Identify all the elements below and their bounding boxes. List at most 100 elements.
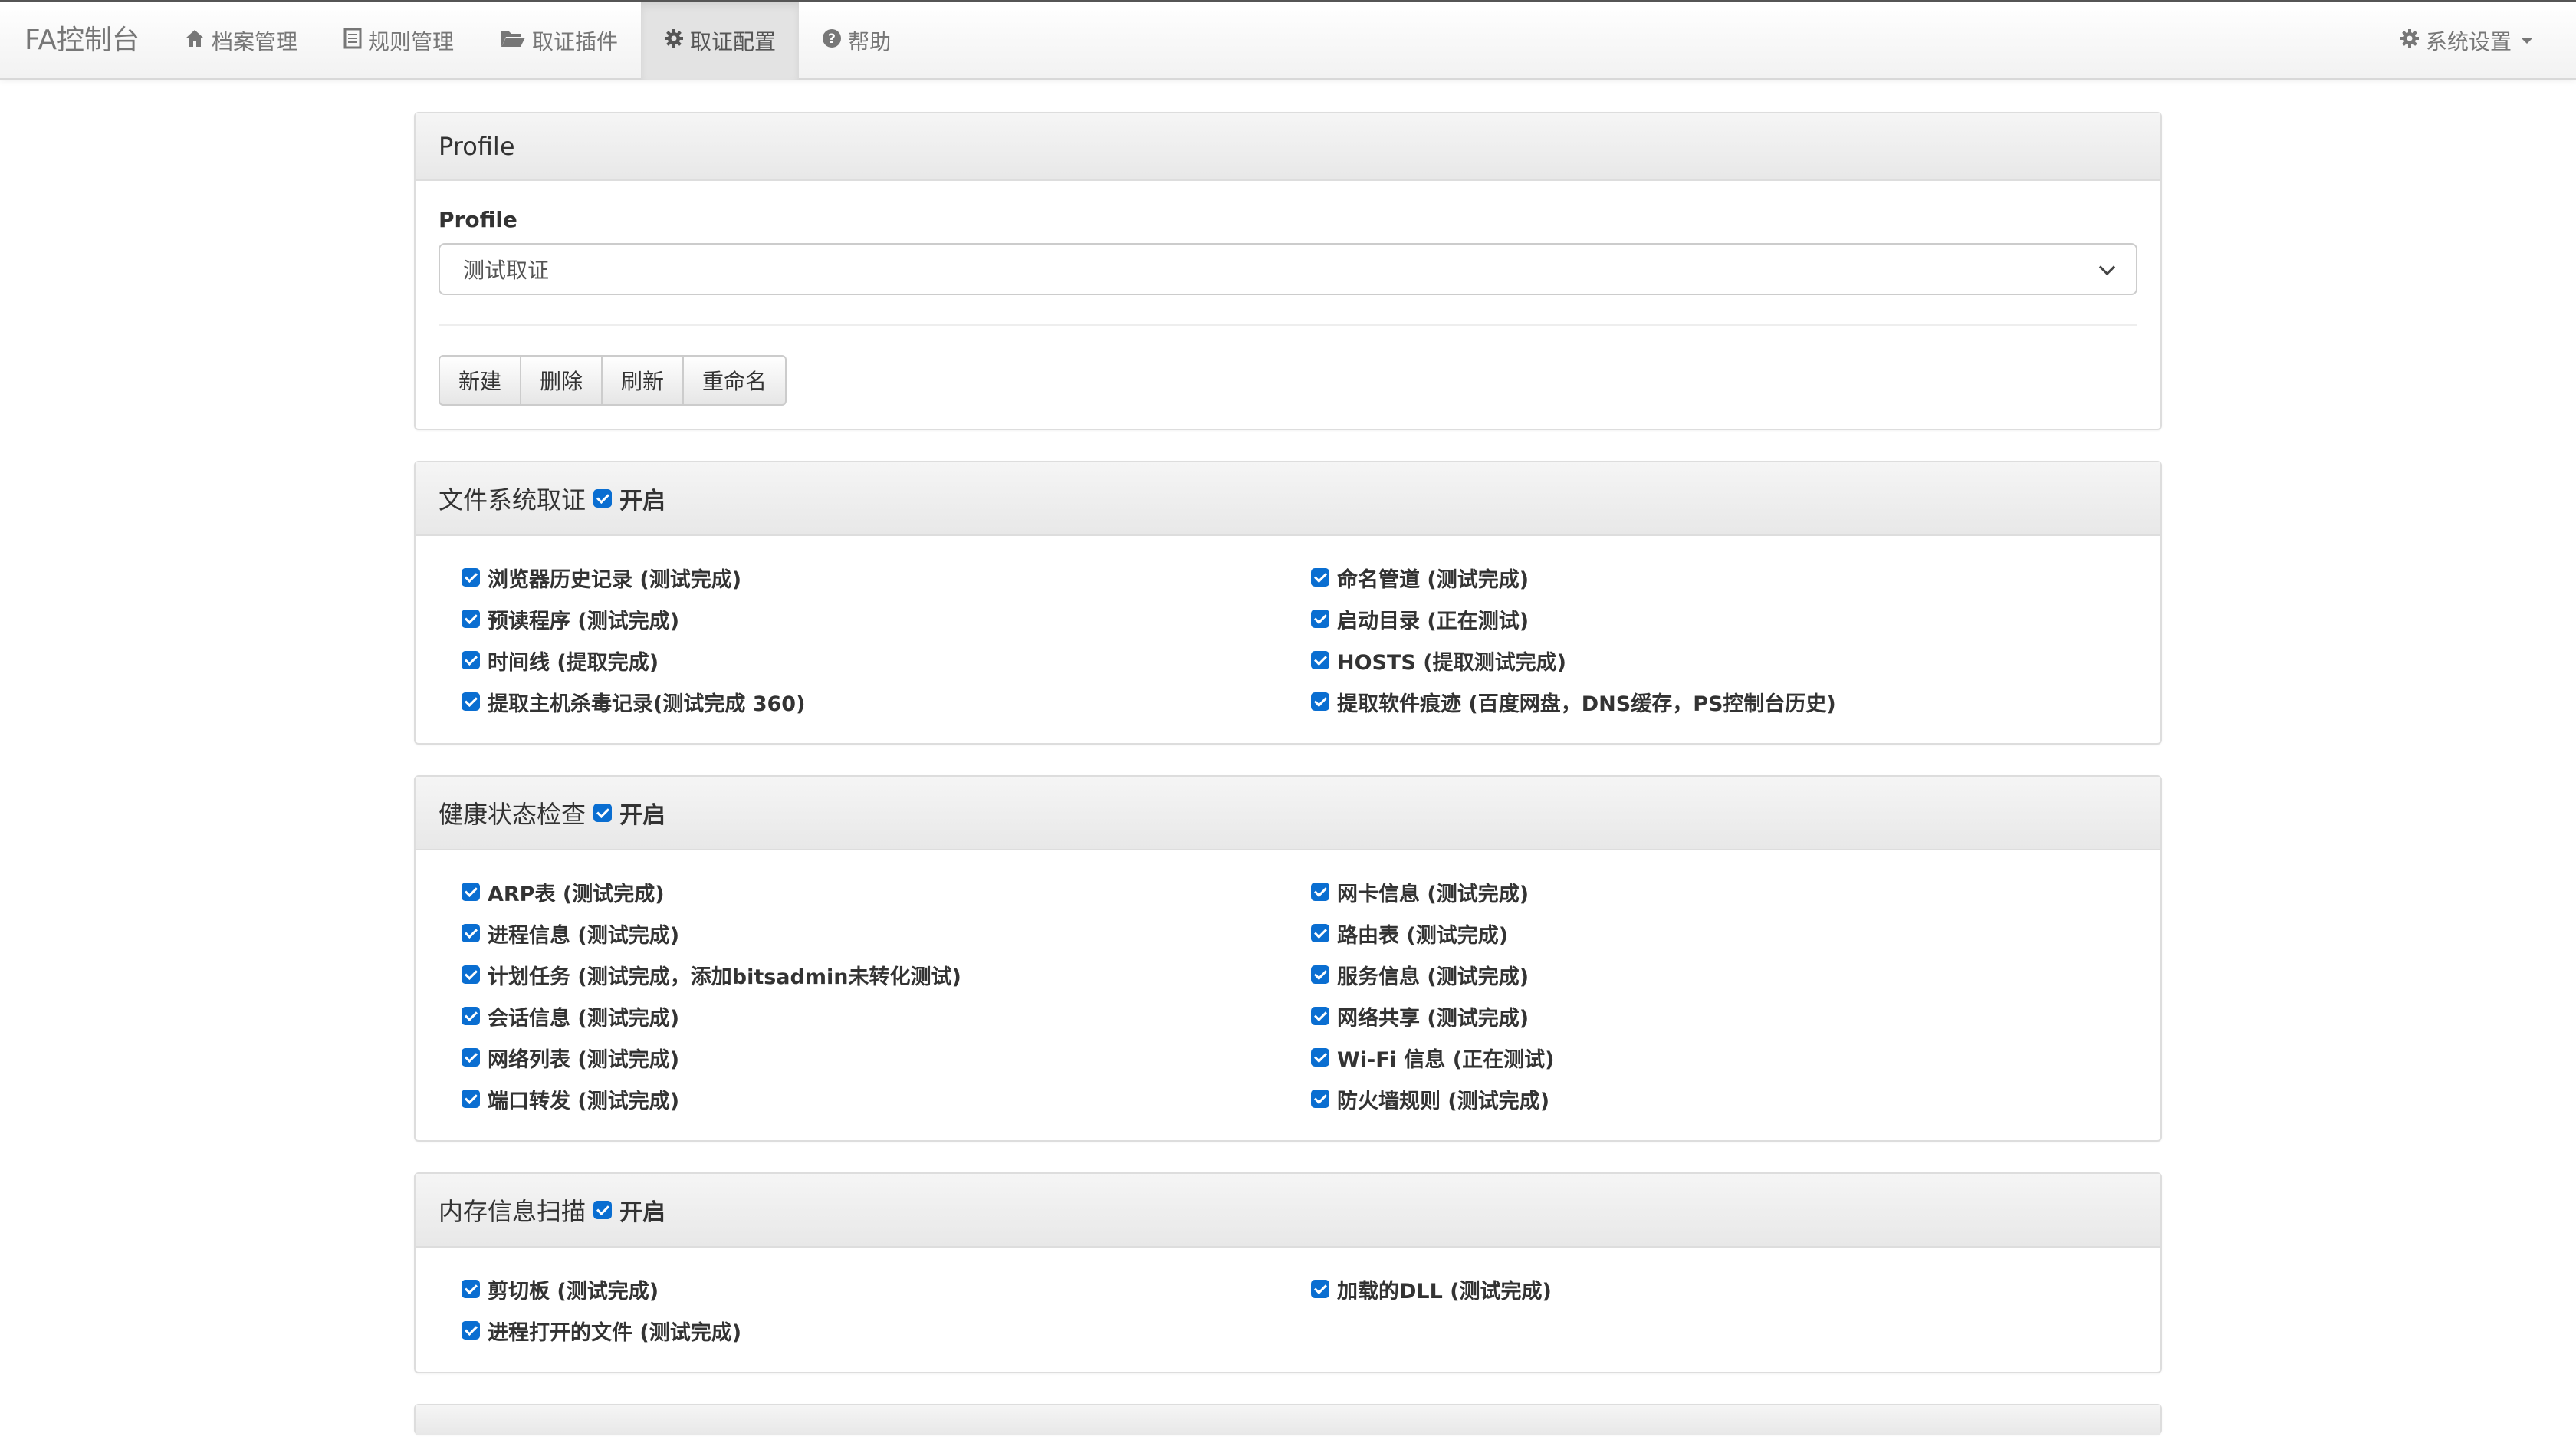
brand-title[interactable]: FA控制台 <box>25 2 140 80</box>
checkbox-checked-icon[interactable] <box>462 965 480 984</box>
checkbox-checked-icon[interactable] <box>462 610 480 628</box>
checkbox-checked-icon[interactable] <box>1311 883 1329 901</box>
option-label: 进程信息 (测试完成) <box>488 923 680 948</box>
option-grid: ARP表 (测试完成) 网卡信息 (测试完成) 进程信息 (测试完成) 路由表 … <box>439 878 2137 1113</box>
new-profile-button[interactable]: 新建 <box>439 355 522 406</box>
checkbox-checked-icon[interactable] <box>593 804 613 822</box>
checkbox-checked-icon[interactable] <box>462 568 480 587</box>
nav-item-config[interactable]: 取证配置 <box>641 2 800 80</box>
checkbox-checked-icon[interactable] <box>1311 692 1329 711</box>
checkbox-checked-icon[interactable] <box>462 651 480 669</box>
option-label: 时间线 (提取完成) <box>488 650 659 675</box>
section-enable-label: 开启 <box>619 1199 666 1226</box>
option-nic-info[interactable]: 网卡信息 (测试完成) <box>1311 878 2160 906</box>
filesystem-forensics-panel: 文件系统取证 开启 浏览器历史记录 (测试完成) 命名管道 (测试完成) 预读程… <box>414 461 2162 745</box>
option-label: 会话信息 (测试完成) <box>488 1006 680 1031</box>
memory-scan-panel: 内存信息扫描 开启 剪切板 (测试完成) 加载的DLL (测试完成) 进程打开的… <box>414 1172 2162 1373</box>
section-enable-toggle[interactable]: 开启 <box>593 796 665 830</box>
nav-item-label: 帮助 <box>848 29 892 54</box>
section-title: 健康状态检查 <box>439 800 586 829</box>
option-software-traces[interactable]: 提取软件痕迹 (百度网盘，DNS缓存，PS控制台历史) <box>1311 688 2160 716</box>
option-label: 启动目录 (正在测试) <box>1337 609 1530 633</box>
checkbox-checked-icon[interactable] <box>1311 1048 1329 1067</box>
option-service-info[interactable]: 服务信息 (测试完成) <box>1311 961 2160 989</box>
option-label: 加载的DLL (测试完成) <box>1337 1279 1552 1304</box>
nav-item-archive[interactable]: 档案管理 <box>161 2 320 80</box>
top-navbar: FA控制台 档案管理 规则管理 取证插件 取证配置 ? 帮助 系统设置 <box>0 0 2576 80</box>
checkbox-checked-icon[interactable] <box>462 1007 480 1025</box>
checkbox-checked-icon[interactable] <box>462 1321 480 1340</box>
option-loaded-dll[interactable]: 加载的DLL (测试完成) <box>1311 1275 2160 1304</box>
option-label: 剪切板 (测试完成) <box>488 1279 659 1304</box>
option-timeline[interactable]: 时间线 (提取完成) <box>462 646 1311 675</box>
checkbox-checked-icon[interactable] <box>1311 965 1329 984</box>
profile-select[interactable]: 测试取证 <box>439 243 2137 295</box>
checkbox-checked-icon[interactable] <box>1311 568 1329 587</box>
option-port-forwarding[interactable]: 端口转发 (测试完成) <box>462 1085 1311 1113</box>
option-named-pipes[interactable]: 命名管道 (测试完成) <box>1311 564 2160 592</box>
section-heading: 文件系统取证 开启 <box>416 462 2160 536</box>
checkbox-checked-icon[interactable] <box>593 489 613 508</box>
checkbox-checked-icon[interactable] <box>1311 1280 1329 1298</box>
option-label: 网络列表 (测试完成) <box>488 1047 680 1072</box>
refresh-profile-button[interactable]: 刷新 <box>601 355 685 406</box>
option-label: 预读程序 (测试完成) <box>488 609 680 633</box>
option-arp-table[interactable]: ARP表 (测试完成) <box>462 878 1311 906</box>
checkbox-checked-icon[interactable] <box>1311 651 1329 669</box>
option-clipboard[interactable]: 剪切板 (测试完成) <box>462 1275 1311 1304</box>
profile-select-value: 测试取证 <box>463 258 550 283</box>
svg-text:?: ? <box>828 31 836 47</box>
option-antivirus-records[interactable]: 提取主机杀毒记录(测试完成 360) <box>462 688 1311 716</box>
option-scheduled-tasks[interactable]: 计划任务 (测试完成，添加bitsadmin未转化测试) <box>462 961 1311 989</box>
option-wifi-info[interactable]: Wi-Fi 信息 (正在测试) <box>1311 1044 2160 1072</box>
option-session-info[interactable]: 会话信息 (测试完成) <box>462 1002 1311 1031</box>
option-open-files[interactable]: 进程打开的文件 (测试完成) <box>462 1317 1311 1345</box>
option-label: 浏览器历史记录 (测试完成) <box>488 567 742 592</box>
caret-down-icon <box>2521 38 2533 44</box>
folder-open-icon <box>500 28 526 54</box>
gear-icon <box>664 28 684 54</box>
next-panel-partial <box>414 1404 2162 1435</box>
option-label: 提取主机杀毒记录(测试完成 360) <box>488 692 806 716</box>
option-label: 计划任务 (测试完成，添加bitsadmin未转化测试) <box>488 965 961 989</box>
option-startup-dir[interactable]: 启动目录 (正在测试) <box>1311 605 2160 633</box>
system-settings-dropdown[interactable]: 系统设置 <box>2400 2 2533 80</box>
option-label: Wi-Fi 信息 (正在测试) <box>1337 1047 1555 1072</box>
profile-panel: Profile Profile 测试取证 新建 删除 刷新 重命名 <box>414 112 2162 430</box>
delete-profile-button[interactable]: 删除 <box>520 355 603 406</box>
checkbox-checked-icon[interactable] <box>462 1280 480 1298</box>
rename-profile-button[interactable]: 重命名 <box>682 355 787 406</box>
checkbox-checked-icon[interactable] <box>1311 1090 1329 1108</box>
checkbox-checked-icon[interactable] <box>462 1090 480 1108</box>
profile-button-group: 新建 删除 刷新 重命名 <box>439 355 787 406</box>
option-hosts[interactable]: HOSTS (提取测试完成) <box>1311 646 2160 675</box>
list-icon <box>343 28 362 54</box>
option-label: 路由表 (测试完成) <box>1337 923 1509 948</box>
checkbox-checked-icon[interactable] <box>462 883 480 901</box>
option-label: 服务信息 (测试完成) <box>1337 965 1530 989</box>
nav-item-rules[interactable]: 规则管理 <box>320 2 477 80</box>
nav-item-plugins[interactable]: 取证插件 <box>477 2 641 80</box>
option-prefetch[interactable]: 预读程序 (测试完成) <box>462 605 1311 633</box>
checkbox-checked-icon[interactable] <box>593 1201 613 1219</box>
option-network-list[interactable]: 网络列表 (测试完成) <box>462 1044 1311 1072</box>
question-circle-icon: ? <box>822 28 842 54</box>
checkbox-checked-icon[interactable] <box>1311 1007 1329 1025</box>
option-grid: 浏览器历史记录 (测试完成) 命名管道 (测试完成) 预读程序 (测试完成) 启… <box>439 564 2137 716</box>
option-firewall-rules[interactable]: 防火墙规则 (测试完成) <box>1311 1085 2160 1113</box>
checkbox-checked-icon[interactable] <box>462 692 480 711</box>
option-network-shares[interactable]: 网络共享 (测试完成) <box>1311 1002 2160 1031</box>
option-browser-history[interactable]: 浏览器历史记录 (测试完成) <box>462 564 1311 592</box>
option-process-info[interactable]: 进程信息 (测试完成) <box>462 919 1311 948</box>
checkbox-checked-icon[interactable] <box>1311 610 1329 628</box>
checkbox-checked-icon[interactable] <box>462 924 480 942</box>
option-route-table[interactable]: 路由表 (测试完成) <box>1311 919 2160 948</box>
section-enable-toggle[interactable]: 开启 <box>593 1193 665 1227</box>
option-label: 提取软件痕迹 (百度网盘，DNS缓存，PS控制台历史) <box>1337 692 1836 716</box>
nav-item-help[interactable]: ? 帮助 <box>799 2 914 80</box>
divider <box>439 324 2137 326</box>
nav-item-label: 规则管理 <box>368 29 455 54</box>
checkbox-checked-icon[interactable] <box>1311 924 1329 942</box>
section-enable-toggle[interactable]: 开启 <box>593 482 665 515</box>
checkbox-checked-icon[interactable] <box>462 1048 480 1067</box>
